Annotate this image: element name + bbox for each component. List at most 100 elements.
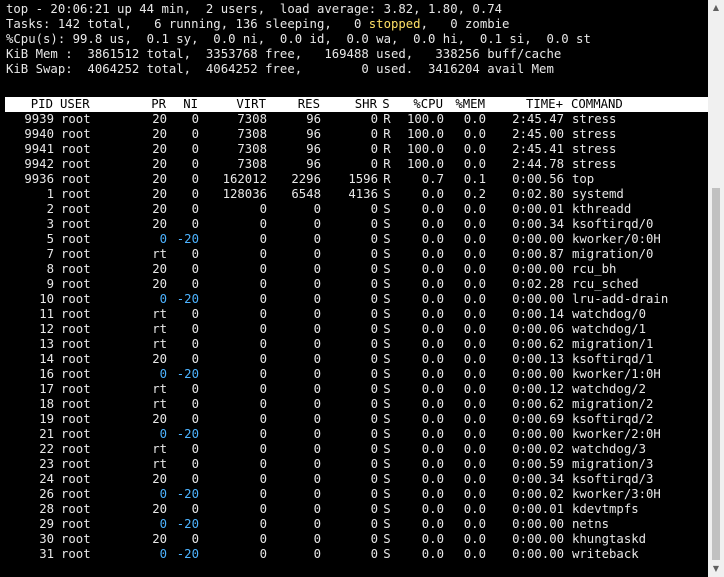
cell-virt: 0 bbox=[259, 352, 267, 366]
cell-user: root bbox=[61, 427, 91, 441]
cell-res: 0 bbox=[313, 487, 321, 501]
cell-pr: 20 bbox=[152, 202, 167, 216]
cell-state: R bbox=[383, 172, 391, 186]
cell-pr: 20 bbox=[152, 172, 167, 186]
cell-time: 0:02.80 bbox=[512, 187, 564, 201]
cell-command: kworker/2:0H bbox=[572, 427, 661, 441]
terminal-window[interactable]: top - 20:06:21 up 44 min, 2 users, load … bbox=[0, 0, 708, 577]
cell-virt: 0 bbox=[259, 427, 267, 441]
cell-mem: 0.0 bbox=[463, 337, 486, 351]
cell-res: 0 bbox=[313, 502, 321, 516]
process-row: 31 root 0 -20 0 0 0 S 0.0 0.0 0:00.00 writeback bbox=[6, 547, 708, 562]
cell-cpu: 0.0 bbox=[421, 217, 444, 231]
cell-res: 0 bbox=[313, 397, 321, 411]
cell-shr: 0 bbox=[370, 322, 378, 336]
cell-state: S bbox=[383, 412, 391, 426]
cell-command: kworker/3:0H bbox=[572, 487, 661, 501]
cell-command: kworker/0:0H bbox=[572, 232, 661, 246]
cell-res: 96 bbox=[306, 112, 321, 126]
cell-ni: -20 bbox=[176, 547, 199, 561]
cell-pr: 20 bbox=[152, 187, 167, 201]
cell-user: root bbox=[61, 307, 91, 321]
cell-time: 2:45.41 bbox=[512, 142, 564, 156]
vertical-scrollbar[interactable]: ▲ ▼ bbox=[708, 0, 724, 577]
cell-virt: 0 bbox=[259, 442, 267, 456]
cell-pr: 0 bbox=[159, 547, 167, 561]
cell-pr: 0 bbox=[159, 367, 167, 381]
cell-time: 0:00.56 bbox=[512, 172, 564, 186]
cell-ni: -20 bbox=[176, 517, 199, 531]
cell-res: 0 bbox=[313, 547, 321, 561]
cell-user: root bbox=[61, 532, 91, 546]
cell-mem: 0.0 bbox=[463, 322, 486, 336]
cell-pid: 16 bbox=[39, 367, 54, 381]
cell-ni: 0 bbox=[191, 457, 199, 471]
cell-ni: 0 bbox=[191, 142, 199, 156]
cell-state: S bbox=[383, 262, 391, 276]
cell-pid: 28 bbox=[39, 502, 54, 516]
cell-state: S bbox=[383, 352, 391, 366]
cell-shr: 0 bbox=[370, 427, 378, 441]
scroll-down-arrow-icon[interactable]: ▼ bbox=[708, 561, 724, 577]
cell-shr: 0 bbox=[370, 127, 378, 141]
cell-virt: 0 bbox=[259, 457, 267, 471]
cell-res: 0 bbox=[313, 367, 321, 381]
cell-virt: 0 bbox=[259, 217, 267, 231]
process-row: 8 root 20 0 0 0 0 S 0.0 0.0 0:00.00 rcu_bh bbox=[6, 262, 708, 277]
cell-virt: 0 bbox=[259, 277, 267, 291]
cell-pr: rt bbox=[152, 337, 167, 351]
cell-mem: 0.0 bbox=[463, 247, 486, 261]
cell-time: 0:00.02 bbox=[512, 487, 564, 501]
cell-user: root bbox=[61, 457, 91, 471]
cell-pr: 20 bbox=[152, 277, 167, 291]
cell-shr: 0 bbox=[370, 247, 378, 261]
cell-time: 0:00.34 bbox=[512, 217, 564, 231]
cell-cpu: 0.0 bbox=[421, 502, 444, 516]
process-list: 9939 root 20 0 7308 96 0 R 100.0 0.0 2:45.47 stress… bbox=[6, 112, 708, 562]
cell-virt: 0 bbox=[259, 322, 267, 336]
col-state: S bbox=[382, 97, 390, 111]
cell-time: 0:00.62 bbox=[512, 397, 564, 411]
cell-virt: 7308 bbox=[237, 142, 267, 156]
cell-pid: 9936 bbox=[24, 172, 54, 186]
cell-user: root bbox=[61, 397, 91, 411]
cell-time: 0:00.14 bbox=[512, 307, 564, 321]
process-row: 16 root 0 -20 0 0 0 S 0.0 0.0 0:00.00 kworker/1:0H bbox=[6, 367, 708, 382]
cell-state: S bbox=[383, 427, 391, 441]
cell-command: khungtaskd bbox=[572, 532, 647, 546]
cell-command: ksoftirqd/1 bbox=[572, 352, 654, 366]
cell-cpu: 0.0 bbox=[421, 322, 444, 336]
cell-pr: 20 bbox=[152, 502, 167, 516]
cell-cpu: 0.0 bbox=[421, 487, 444, 501]
cell-state: S bbox=[383, 217, 391, 231]
cell-cpu: 0.0 bbox=[421, 232, 444, 246]
cell-time: 0:00.00 bbox=[512, 262, 564, 276]
cell-res: 96 bbox=[306, 142, 321, 156]
cell-user: root bbox=[61, 142, 91, 156]
cell-command: rcu_bh bbox=[572, 262, 617, 276]
process-row: 9941 root 20 0 7308 96 0 R 100.0 0.0 2:45.41 stress bbox=[6, 142, 708, 157]
tasks-text: Tasks: 142 total, 6 running, 136 sleepin… bbox=[6, 17, 369, 31]
cell-shr: 0 bbox=[370, 457, 378, 471]
cell-state: S bbox=[383, 502, 391, 516]
cell-state: R bbox=[383, 127, 391, 141]
cell-res: 0 bbox=[313, 442, 321, 456]
cell-ni: 0 bbox=[191, 307, 199, 321]
cell-pr: rt bbox=[152, 307, 167, 321]
cell-mem: 0.0 bbox=[463, 277, 486, 291]
cell-ni: 0 bbox=[191, 112, 199, 126]
scroll-up-arrow-icon[interactable]: ▲ bbox=[708, 0, 724, 16]
process-row: 19 root 20 0 0 0 0 S 0.0 0.0 0:00.69 ksoftirqd/2 bbox=[6, 412, 708, 427]
cell-cpu: 0.0 bbox=[421, 262, 444, 276]
cell-pid: 11 bbox=[39, 307, 54, 321]
process-row: 12 root rt 0 0 0 0 S 0.0 0.0 0:00.06 watchdog/1 bbox=[6, 322, 708, 337]
cell-user: root bbox=[61, 232, 91, 246]
scroll-thumb[interactable] bbox=[712, 188, 720, 560]
cell-pid: 9 bbox=[46, 277, 54, 291]
cell-cpu: 0.0 bbox=[421, 352, 444, 366]
cell-state: S bbox=[383, 187, 391, 201]
process-row: 9942 root 20 0 7308 96 0 R 100.0 0.0 2:44.78 stress bbox=[6, 157, 708, 172]
cell-pr: 0 bbox=[159, 292, 167, 306]
cell-command: kthreadd bbox=[572, 202, 632, 216]
cell-pid: 9939 bbox=[24, 112, 54, 126]
